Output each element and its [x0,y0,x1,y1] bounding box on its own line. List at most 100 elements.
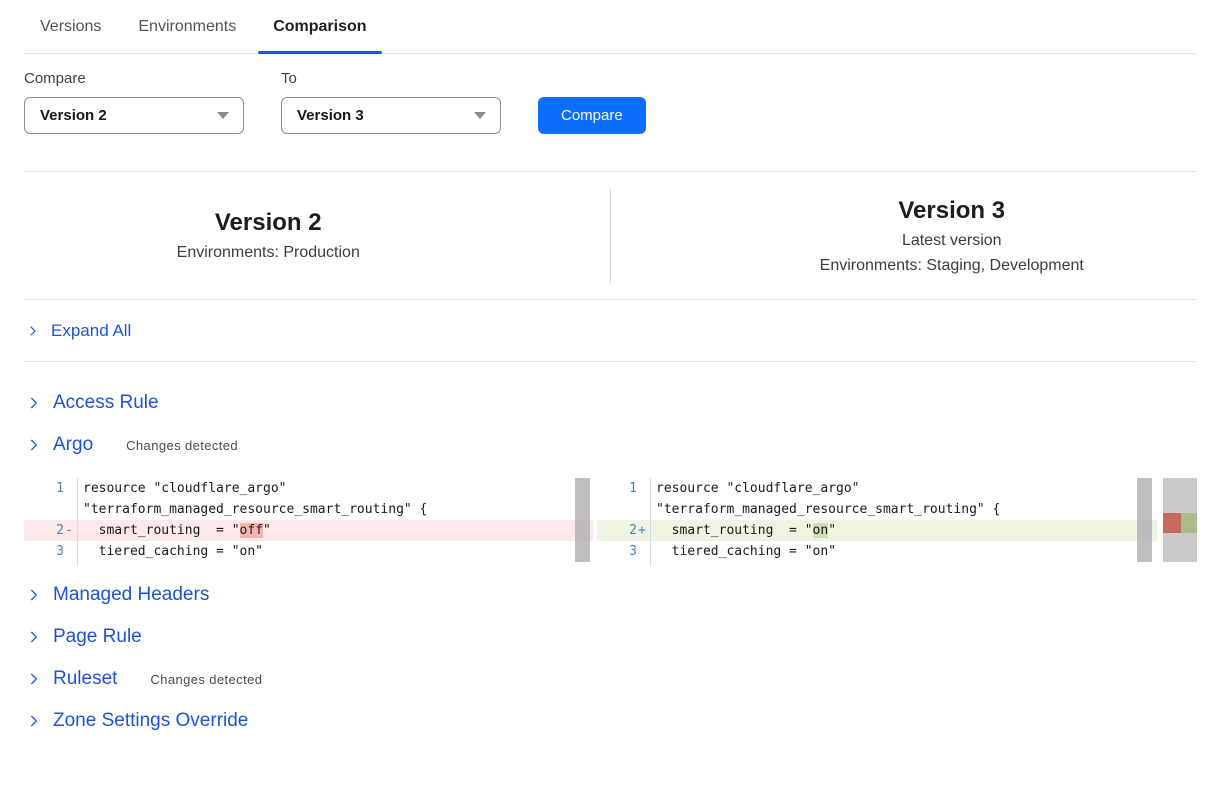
changed-word: off [240,523,263,538]
section-row-managed-headers[interactable]: Managed Headers [0,574,1224,616]
tab-label: Environments [138,18,236,36]
version-right-latest: Latest version [708,232,1197,250]
version-right-environments: Environments: Staging, Development [708,257,1197,275]
line-number-gutter: 3 [24,541,78,562]
section-row-access-rule[interactable]: Access Rule [0,382,1224,424]
section-row-ruleset[interactable]: Ruleset Changes detected [0,658,1224,700]
code-segment: } [83,565,91,566]
tab-versions[interactable]: Versions [25,0,116,54]
tab-environments[interactable]: Environments [123,0,251,54]
diff-line: "terraform_managed_resource_smart_routin… [597,499,1157,520]
compare-from-field: Compare Version 2 [24,70,244,134]
caret-down-icon [474,112,486,119]
compare-from-value: Version 2 [40,107,107,124]
diff-line: 2- smart_routing = "off" [24,520,593,541]
added-sign: + [637,520,650,541]
removed-marker [1163,513,1181,533]
changes-detected-badge: Changes detected [126,438,238,453]
line-number-gutter [24,499,78,520]
code-text: resource "cloudflare_argo" [78,478,287,499]
code-segment: resource "cloudflare_argo" [83,481,287,496]
code-text: smart_routing = "off" [78,520,271,541]
line-number [597,499,637,520]
compare-from-select[interactable]: Version 2 [24,97,244,134]
diff-panel-left: 1 resource "cloudflare_argo" "terraform_ma… [24,478,593,566]
no-sign [637,562,650,566]
no-sign [64,562,77,566]
line-number: 1 [24,478,64,499]
chevron-right-icon [27,325,39,337]
code-text: tiered_caching = "on" [651,541,836,562]
no-sign [637,478,650,499]
diff-panel-right: 1 resource "cloudflare_argo" "terraform_ma… [597,478,1157,566]
code-text: } [651,562,664,566]
code-segment: " [828,523,836,538]
no-sign [637,541,650,562]
code-segment: tiered_caching = "on" [656,544,836,559]
code-segment: " [263,523,271,538]
section-label[interactable]: Page Rule [53,626,142,648]
chevron-right-icon [27,672,41,686]
line-number: 1 [597,478,637,499]
diff-overview-ruler[interactable] [1163,478,1197,562]
section-label[interactable]: Ruleset [53,668,117,690]
section-label[interactable]: Zone Settings Override [53,710,248,732]
code-segment: smart_routing = " [83,523,240,538]
line-number [24,499,64,520]
code-segment: tiered_caching = "on" [83,544,263,559]
diff-line: 1 resource "cloudflare_argo" [24,478,593,499]
code-text: tiered_caching = "on" [78,541,263,562]
compare-controls: Compare Version 2 To Version 3 Compare [24,70,1224,134]
diff-line: } [597,562,1157,566]
expand-all-row[interactable]: Expand All [0,300,1224,361]
compare-to-field: To Version 3 [281,70,501,134]
compare-label: Compare [24,70,244,87]
vertical-scrollbar[interactable] [575,478,590,562]
section-label[interactable]: Argo [53,434,93,456]
section-row-argo[interactable]: Argo Changes detected [0,424,1224,466]
diff-line: 3 tiered_caching = "on" [24,541,593,562]
argo-diff: 1 resource "cloudflare_argo" "terraform_ma… [24,478,1224,566]
changed-word: on [813,523,829,538]
version-right-header: Version 3 Latest version Environments: S… [611,172,1224,299]
line-number [24,562,64,566]
line-number-gutter: 2+ [597,520,651,541]
diff-line: 1 resource "cloudflare_argo" [597,478,1157,499]
changes-detected-badge: Changes detected [150,672,262,687]
version-left-title: Version 2 [24,209,513,237]
section-row-zone-settings-override[interactable]: Zone Settings Override [0,700,1224,742]
version-headers: Version 2 Environments: Production Versi… [0,172,1224,299]
chevron-right-icon [27,588,41,602]
line-number-gutter: 1 [24,478,78,499]
code-segment: smart_routing = " [656,523,813,538]
section-label[interactable]: Managed Headers [53,584,209,606]
code-text: resource "cloudflare_argo" [651,478,860,499]
code-text: "terraform_managed_resource_smart_routin… [78,499,427,520]
line-number [597,562,637,566]
code-segment: "terraform_managed_resource_smart_routin… [83,502,427,517]
code-text: "terraform_managed_resource_smart_routin… [651,499,1000,520]
chevron-right-icon [27,714,41,728]
caret-down-icon [217,112,229,119]
version-left-header: Version 2 Environments: Production [0,172,610,299]
expand-all-label[interactable]: Expand All [51,321,131,341]
compare-to-select[interactable]: Version 3 [281,97,501,134]
added-marker [1181,513,1197,533]
code-segment: resource "cloudflare_argo" [656,481,860,496]
tab-label: Versions [40,18,101,36]
code-text: smart_routing = "on" [651,520,836,541]
chevron-right-icon [27,630,41,644]
chevron-right-icon [27,438,41,452]
code-text: } [78,562,91,566]
compare-button[interactable]: Compare [538,97,646,134]
line-number-gutter: 2- [24,520,78,541]
chevron-right-icon [27,396,41,410]
section-label[interactable]: Access Rule [53,392,159,414]
vertical-scrollbar[interactable] [1137,478,1152,562]
diff-line: } [24,562,593,566]
tab-comparison[interactable]: Comparison [258,0,381,54]
no-sign [637,499,650,520]
code-segment: } [656,565,664,566]
section-row-page-rule[interactable]: Page Rule [0,616,1224,658]
line-number-gutter [597,499,651,520]
